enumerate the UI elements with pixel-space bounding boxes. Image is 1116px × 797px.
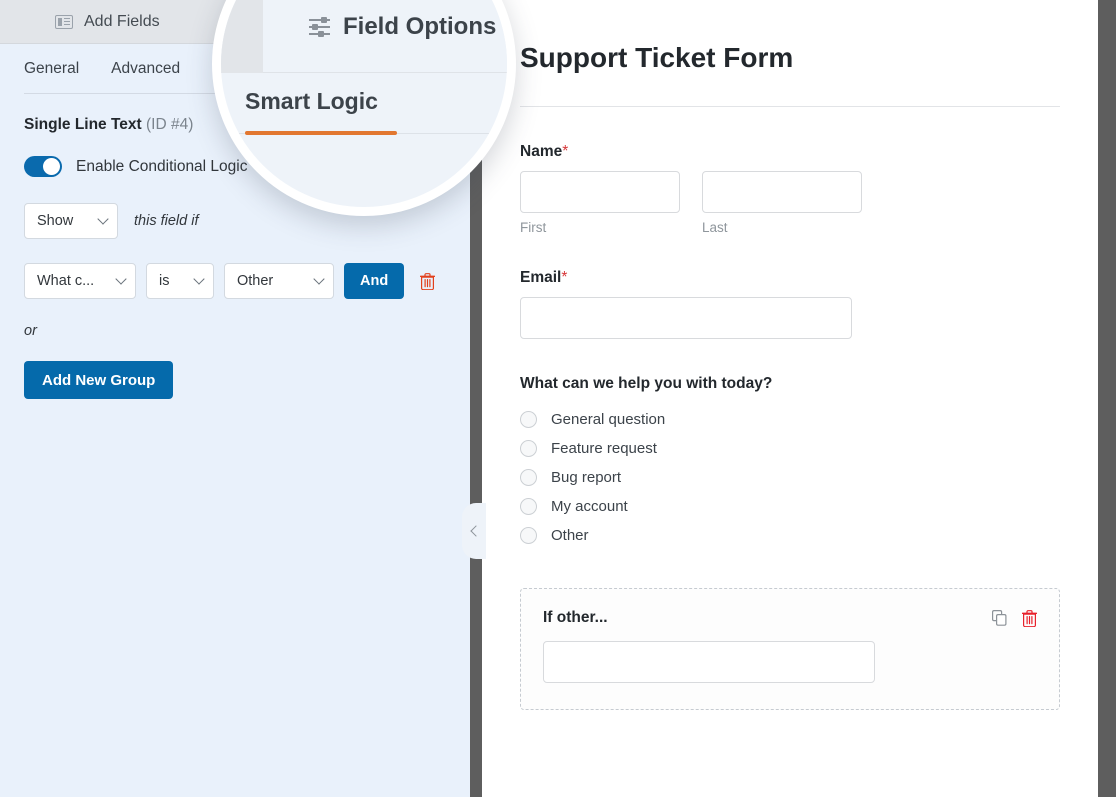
- magnified-field-options-label: Field Options: [343, 13, 497, 40]
- magnified-active-tab-indicator: [245, 131, 397, 135]
- field-label-help-topic: What can we help you with today?: [520, 375, 773, 392]
- radio-icon: [520, 411, 537, 428]
- radio-option-label: Feature request: [551, 440, 657, 457]
- tab-general[interactable]: General: [24, 44, 79, 94]
- sliders-icon: [309, 17, 330, 37]
- page-title: Support Ticket Form: [520, 42, 794, 73]
- or-separator-label: or: [24, 323, 37, 339]
- preview-field-name: Name* First Last: [482, 143, 1098, 235]
- radio-option[interactable]: Feature request: [520, 434, 1060, 463]
- rule-value-select[interactable]: Other: [224, 263, 334, 299]
- title-divider: [520, 106, 1060, 107]
- preview-field-if-other[interactable]: If other...: [520, 588, 1060, 710]
- duplicate-field-icon[interactable]: [992, 610, 1007, 626]
- radio-option-list: General question Feature request Bug rep…: [520, 405, 1060, 550]
- rule-operator-select[interactable]: is: [146, 263, 214, 299]
- email-input[interactable]: [520, 297, 852, 339]
- field-label-name: Name*: [520, 143, 1060, 161]
- logic-action-value: Show: [37, 213, 74, 229]
- magnified-smart-logic-tab[interactable]: Smart Logic: [245, 88, 378, 115]
- rule-field-value: What c...: [37, 273, 95, 289]
- field-action-icons: [992, 609, 1038, 627]
- add-fields-icon: [55, 14, 73, 29]
- logic-action-select[interactable]: Show: [24, 203, 118, 239]
- field-label-text: Email: [520, 269, 562, 286]
- field-label-text: Name: [520, 143, 563, 160]
- required-marker: *: [561, 269, 568, 286]
- name-first-col: First: [520, 171, 680, 235]
- radio-option-label: My account: [551, 498, 628, 515]
- logic-action-suffix: this field if: [134, 213, 199, 229]
- chevron-left-icon: [469, 525, 482, 537]
- preview-field-email: Email*: [482, 269, 1098, 339]
- radio-option[interactable]: Bug report: [520, 463, 1060, 492]
- tab-advanced[interactable]: Advanced: [111, 44, 180, 94]
- form-preview-panel: Support Ticket Form Name* First Last Ema…: [482, 0, 1098, 797]
- selected-field-id: (ID #4): [146, 116, 194, 133]
- required-marker: *: [562, 143, 569, 160]
- logic-rule-row: What c... is Other And: [24, 263, 446, 299]
- chevron-down-icon: [97, 213, 109, 225]
- chevron-down-icon: [193, 273, 205, 285]
- last-name-sublabel: Last: [702, 220, 728, 235]
- add-new-group-button[interactable]: Add New Group: [24, 361, 174, 399]
- field-label-email: Email*: [520, 269, 1060, 287]
- radio-option[interactable]: General question: [520, 405, 1060, 434]
- rule-field-select[interactable]: What c...: [24, 263, 136, 299]
- selected-field-type: Single Line Text: [24, 116, 142, 133]
- collapse-panel-button[interactable]: [462, 503, 486, 559]
- radio-option[interactable]: My account: [520, 492, 1060, 521]
- tab-add-fields-label: Add Fields: [84, 12, 160, 30]
- radio-option[interactable]: Other: [520, 521, 1060, 550]
- rule-operator-value: is: [159, 273, 170, 289]
- enable-conditional-logic-toggle[interactable]: [24, 156, 62, 177]
- form-builder-screen: Add Fields General Advanced Single Line …: [0, 0, 1116, 797]
- if-other-header: If other...: [543, 609, 1038, 627]
- radio-icon: [520, 440, 537, 457]
- first-name-sublabel: First: [520, 220, 547, 235]
- field-label-if-other: If other...: [543, 609, 608, 626]
- radio-icon: [520, 527, 537, 544]
- magnified-topbar-gray: [221, 0, 263, 73]
- radio-option-label: General question: [551, 411, 666, 428]
- chevron-down-icon: [313, 273, 325, 285]
- first-name-input[interactable]: [520, 171, 680, 213]
- delete-field-icon[interactable]: [1021, 609, 1038, 627]
- last-name-input[interactable]: [702, 171, 862, 213]
- delete-rule-icon[interactable]: [420, 272, 436, 290]
- enable-conditional-logic-label: Enable Conditional Logic: [76, 157, 248, 175]
- radio-option-label: Bug report: [551, 469, 622, 486]
- rule-value-value: Other: [237, 273, 274, 289]
- radio-option-label: Other: [551, 527, 589, 544]
- preview-field-help-topic: What can we help you with today? General…: [482, 375, 1098, 550]
- if-other-input[interactable]: [543, 641, 875, 683]
- window-right-edge: [1098, 0, 1116, 797]
- name-last-col: Last: [702, 171, 862, 235]
- radio-icon: [520, 498, 537, 515]
- chevron-down-icon: [115, 273, 127, 285]
- radio-icon: [520, 469, 537, 486]
- tab-add-fields[interactable]: Add Fields: [55, 0, 182, 44]
- magnified-field-options-tab[interactable]: Field Options: [309, 13, 496, 41]
- add-and-condition-button[interactable]: And: [344, 263, 405, 299]
- name-inputs-row: First Last: [520, 171, 1060, 235]
